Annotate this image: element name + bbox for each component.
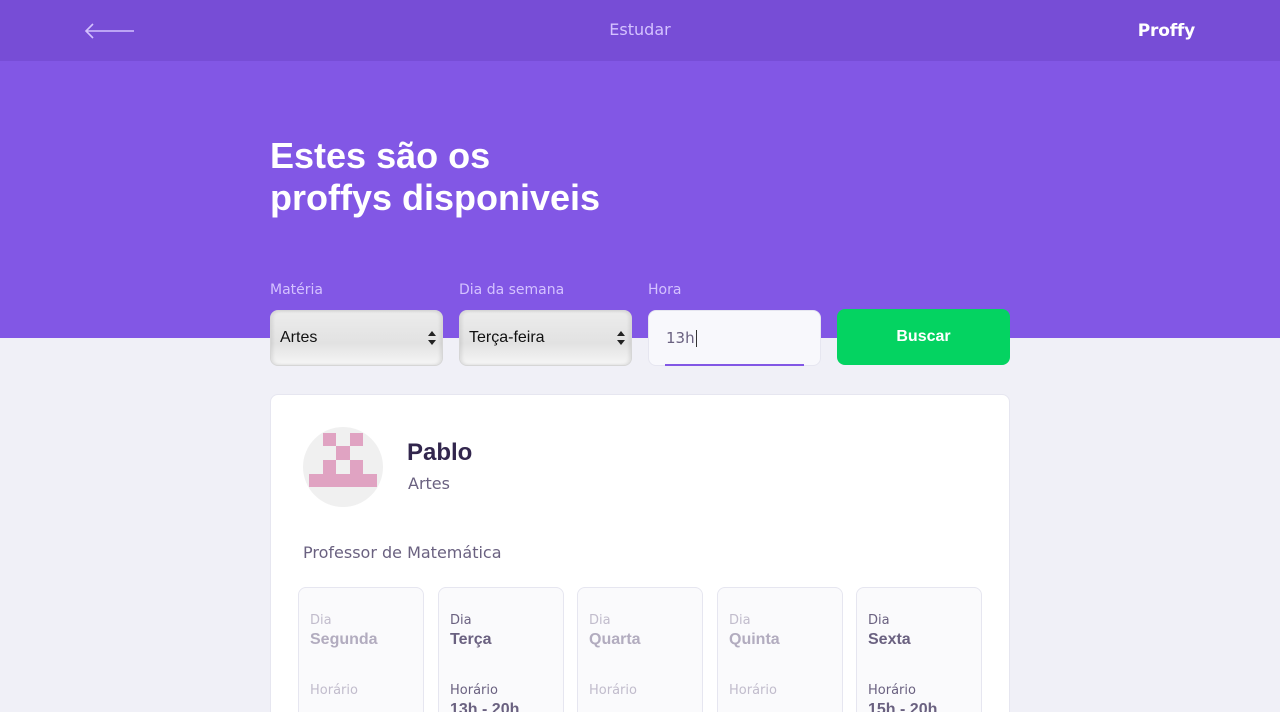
day-label: Dia xyxy=(868,613,890,628)
hour-label: Horário xyxy=(589,683,637,698)
teacher-name: Pablo xyxy=(407,439,473,466)
hero-section: Estes são os proffys disponiveis xyxy=(0,61,1280,338)
teacher-card: Pablo Artes Professor de Matemática Dia … xyxy=(270,394,1010,712)
hour-value: 13h - 20h xyxy=(450,701,520,712)
hero-title-line-1: Estes são os xyxy=(270,135,491,176)
hour-value: 15h - 20h xyxy=(868,701,938,712)
identicon-icon xyxy=(309,433,377,487)
day-name: Quinta xyxy=(729,631,780,648)
hero-title-line-2: proffys disponiveis xyxy=(270,177,601,218)
teacher-bio: Professor de Matemática xyxy=(303,543,502,562)
schedule-item-quinta: Dia Quinta Horário xyxy=(717,587,843,712)
top-bar: Estudar Proffy xyxy=(0,0,1280,61)
hour-label: Horário xyxy=(310,683,358,698)
hour-label: Horário xyxy=(868,683,916,698)
hour-label: Horário xyxy=(729,683,777,698)
search-button[interactable]: Buscar xyxy=(837,309,1010,365)
weekday-label: Dia da semana xyxy=(459,282,565,298)
time-input-value: 13h xyxy=(666,329,695,347)
day-label: Dia xyxy=(450,613,472,628)
day-label: Dia xyxy=(589,613,611,628)
schedule-item-quarta: Dia Quarta Horário xyxy=(577,587,703,712)
day-name: Terça xyxy=(450,631,492,648)
page-title: Estudar xyxy=(609,20,671,39)
day-name: Segunda xyxy=(310,631,378,648)
schedule-item-terca: Dia Terça Horário 13h - 20h xyxy=(438,587,564,712)
day-label: Dia xyxy=(729,613,751,628)
teacher-subject: Artes xyxy=(408,474,450,493)
hero-title: Estes são os proffys disponiveis xyxy=(270,135,690,219)
subject-select-value: Artes xyxy=(280,329,318,346)
weekday-select[interactable]: Terça-feira xyxy=(459,310,632,366)
schedule-item-sexta: Dia Sexta Horário 15h - 20h xyxy=(856,587,982,712)
day-name: Sexta xyxy=(868,631,911,648)
day-name: Quarta xyxy=(589,631,641,648)
select-arrows-icon xyxy=(617,331,625,345)
text-caret xyxy=(695,329,697,347)
day-label: Dia xyxy=(310,613,332,628)
input-focus-line xyxy=(665,364,804,366)
avatar xyxy=(303,427,383,507)
time-input[interactable]: 13h xyxy=(648,310,821,366)
subject-select[interactable]: Artes xyxy=(270,310,443,366)
subject-label: Matéria xyxy=(270,282,323,298)
hour-label: Horário xyxy=(450,683,498,698)
weekday-select-value: Terça-feira xyxy=(469,329,545,346)
schedule-item-segunda: Dia Segunda Horário xyxy=(298,587,424,712)
select-arrows-icon xyxy=(428,331,436,345)
time-label: Hora xyxy=(648,282,682,298)
